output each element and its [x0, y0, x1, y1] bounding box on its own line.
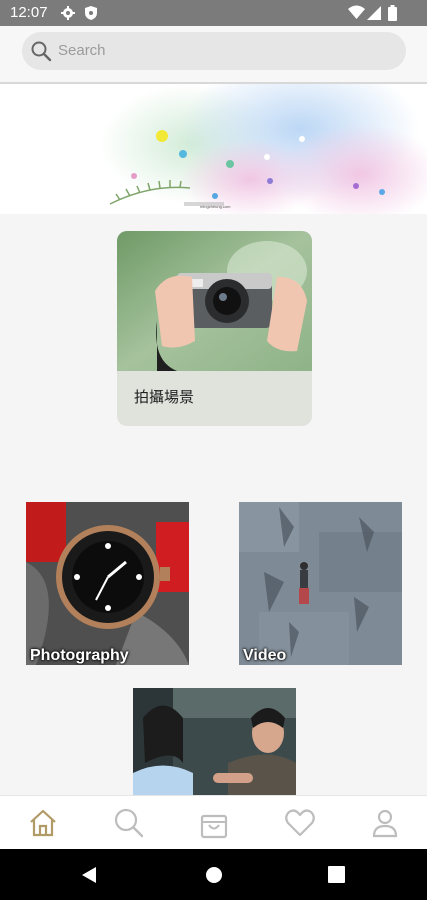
watch-photo [26, 502, 189, 665]
photography-tile[interactable]: Photography [26, 502, 189, 665]
settings-icon [61, 6, 75, 20]
search-icon [31, 41, 52, 62]
shield-icon [85, 6, 97, 20]
photography-label: Photography [30, 647, 129, 664]
heart-icon[interactable] [283, 806, 317, 840]
drama-tile[interactable] [133, 688, 296, 795]
search-icon[interactable] [112, 806, 146, 840]
status-time: 12:07 [10, 4, 48, 21]
search-placeholder: Search [58, 42, 106, 59]
camera-photo [117, 231, 312, 371]
bottom-nav [0, 795, 427, 850]
wifi-icon [348, 5, 365, 19]
battery-icon [388, 5, 397, 21]
bag-icon[interactable] [197, 806, 231, 840]
video-tile[interactable]: Video [239, 502, 402, 665]
system-nav-bar [0, 849, 427, 900]
search-header: Search [0, 26, 427, 84]
profile-icon[interactable] [368, 806, 402, 840]
street-photo [239, 502, 402, 665]
back-icon[interactable] [80, 865, 98, 885]
recents-icon[interactable] [328, 866, 345, 883]
status-bar: 12:07 [0, 0, 427, 26]
signal-icon [367, 6, 381, 20]
featured-label: 拍攝場景 [134, 389, 195, 406]
banner-image[interactable]: mingcheung.com [0, 84, 427, 214]
drama-photo [133, 688, 296, 795]
banner-caption: mingcheung.com [200, 204, 231, 209]
home-icon[interactable] [26, 806, 60, 840]
search-input[interactable]: Search [22, 32, 406, 70]
home-circle-icon[interactable] [205, 866, 223, 884]
video-label: Video [243, 647, 287, 664]
featured-card[interactable]: 拍攝場景 [117, 231, 312, 426]
